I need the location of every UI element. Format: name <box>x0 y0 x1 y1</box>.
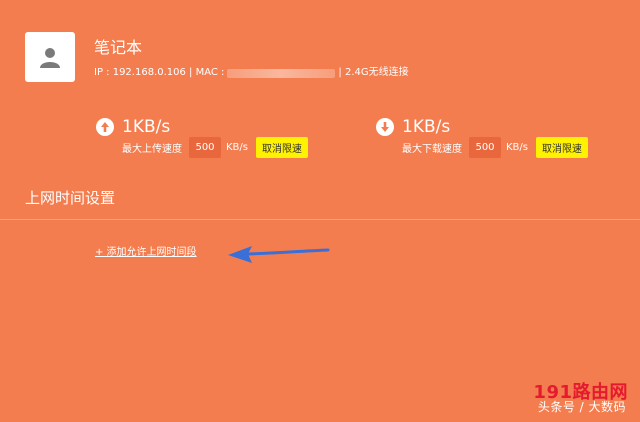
device-name: 笔记本 <box>94 38 143 57</box>
device-avatar <box>25 32 75 82</box>
download-limit-unit: KB/s <box>506 142 528 153</box>
download-limit-label: 最大下载速度 <box>402 144 462 155</box>
section-title: 上网时间设置 <box>25 189 116 207</box>
section-divider <box>0 219 640 220</box>
upload-speed-row: 1KB/s <box>96 116 308 138</box>
connection-type: | 2.4G无线连接 <box>338 67 409 78</box>
pointer-arrow-icon <box>228 246 330 263</box>
download-limit-input[interactable]: 500 <box>469 137 501 158</box>
download-speed-row: 1KB/s <box>376 116 588 138</box>
download-block: 1KB/s 最大下载速度 500 KB/s 取消限速 <box>376 116 588 158</box>
download-cancel-limit-button[interactable]: 取消限速 <box>536 137 588 158</box>
download-arrow-icon <box>376 118 394 136</box>
ip-mac-label: IP : 192.168.0.106 | MAC : <box>94 67 225 78</box>
mac-address-redacted <box>227 68 336 78</box>
upload-speed-value: 1KB/s <box>122 117 171 137</box>
download-limit-row: 最大下载速度 500 KB/s 取消限速 <box>402 137 588 158</box>
user-icon <box>40 48 60 68</box>
watermark-caption: 头条号 / 大数码 <box>537 400 626 414</box>
upload-limit-row: 最大上传速度 500 KB/s 取消限速 <box>122 137 308 158</box>
upload-block: 1KB/s 最大上传速度 500 KB/s 取消限速 <box>96 116 308 158</box>
add-time-slot-link[interactable]: + 添加允许上网时间段 <box>95 246 197 260</box>
upload-limit-input[interactable]: 500 <box>189 137 221 158</box>
upload-limit-label: 最大上传速度 <box>122 144 182 155</box>
upload-cancel-limit-button[interactable]: 取消限速 <box>256 137 308 158</box>
download-speed-value: 1KB/s <box>402 117 451 137</box>
device-info: IP : 192.168.0.106 | MAC : | 2.4G无线连接 <box>94 66 409 80</box>
upload-limit-unit: KB/s <box>226 142 248 153</box>
upload-arrow-icon <box>96 118 114 136</box>
